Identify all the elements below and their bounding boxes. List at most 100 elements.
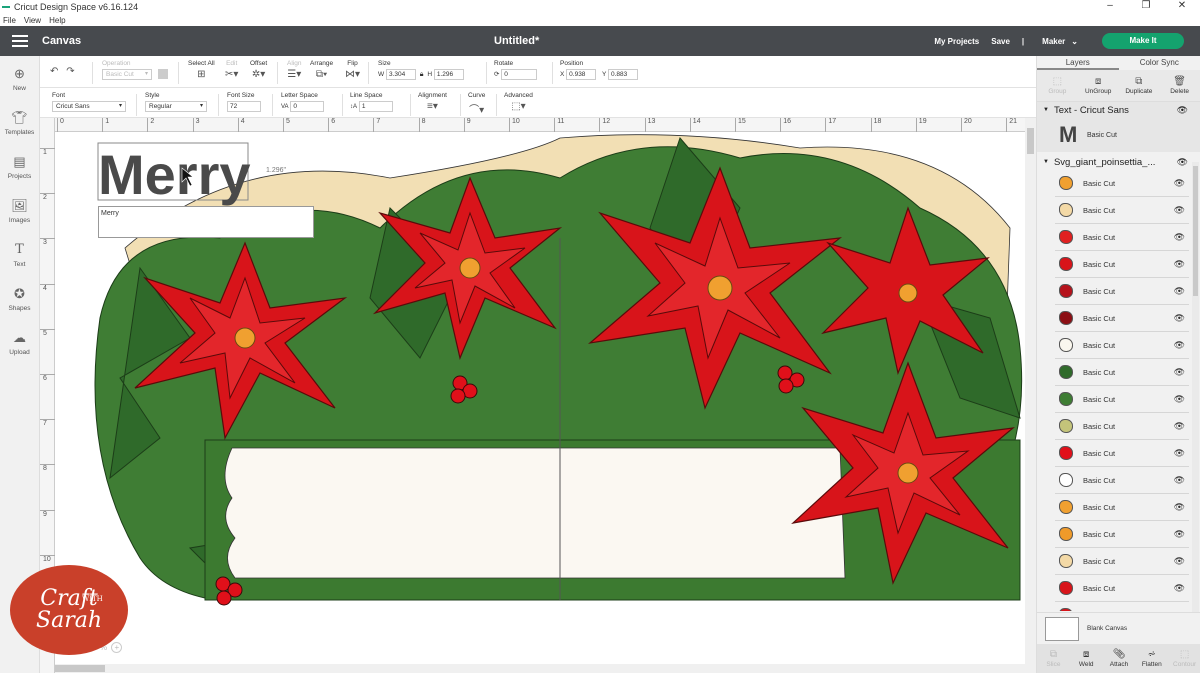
arrange-icon[interactable]: ⧉▾ (316, 69, 327, 80)
close-icon[interactable]: ✕ (1164, 0, 1200, 11)
layers-scrollbar[interactable] (1192, 162, 1199, 612)
eye-icon[interactable]: 👁︎ (1174, 367, 1185, 378)
sidebar-item-upload[interactable]: ☁ Upload (0, 320, 39, 364)
eye-icon[interactable]: 👁︎ (1174, 286, 1185, 297)
canvas-horizontal-scrollbar[interactable] (55, 664, 1025, 673)
weld-button[interactable]: ⧈ Weld (1070, 644, 1103, 673)
collapse-caret-icon[interactable]: ▼ (1043, 107, 1049, 113)
undo-icon[interactable]: ↶ (50, 66, 58, 77)
operation-select[interactable]: Basic Cut (102, 69, 152, 80)
align-icon[interactable]: ☰▾ (287, 69, 301, 80)
letter-space-input[interactable]: 0 (290, 101, 325, 112)
slice-button[interactable]: ⧉ Slice (1037, 644, 1070, 673)
eye-icon[interactable]: 👁︎ (1174, 394, 1185, 405)
eye-icon[interactable]: 👁︎ (1174, 556, 1185, 567)
layer-row[interactable]: Basic Cut 👁︎ (1055, 413, 1189, 440)
layer-row[interactable]: Basic Cut 👁︎ (1055, 305, 1189, 332)
layer-row[interactable]: Basic Cut 👁︎ (1055, 251, 1189, 278)
eye-icon[interactable]: 👁︎ (1177, 157, 1188, 168)
eye-icon[interactable]: 👁︎ (1174, 448, 1185, 459)
group-button[interactable]: ⬚ Group (1037, 70, 1078, 101)
layer-row[interactable]: Basic Cut 👁︎ (1055, 575, 1189, 602)
hamburger-menu-icon[interactable] (12, 35, 28, 47)
line-space-input[interactable]: 1 (358, 101, 393, 112)
x-position-input[interactable]: 0.938 (566, 69, 597, 80)
poinsettia-artwork[interactable]: Merry 1.296" (40, 118, 1025, 673)
eye-icon[interactable]: 👁︎ (1174, 610, 1185, 612)
layer-row[interactable]: Basic Cut 👁︎ (1055, 197, 1189, 224)
layer-text-merry[interactable]: M Basic Cut (1037, 118, 1200, 152)
font-select[interactable]: Cricut Sans (52, 101, 126, 112)
flatten-button[interactable]: ⩫ Flatten (1135, 644, 1168, 673)
eye-icon[interactable]: 👁︎ (1174, 178, 1185, 189)
advanced-icon[interactable]: ⬚▾ (511, 101, 525, 112)
menu-view[interactable]: View (24, 16, 41, 25)
layer-row[interactable]: Basic Cut 👁︎ (1055, 602, 1189, 611)
curve-icon[interactable]: ⌒▾ (469, 105, 484, 116)
eye-icon[interactable]: 👁︎ (1174, 232, 1185, 243)
eye-icon[interactable]: 👁︎ (1174, 313, 1185, 324)
eye-icon[interactable]: 👁︎ (1174, 340, 1185, 351)
height-input[interactable]: 1.296 (433, 69, 464, 80)
layer-row[interactable]: Basic Cut 👁︎ (1055, 332, 1189, 359)
layer-group-text[interactable]: ▼ Text - Cricut Sans 👁︎ (1037, 102, 1200, 118)
eye-icon[interactable]: 👁︎ (1174, 475, 1185, 486)
eye-icon[interactable]: 👁︎ (1174, 502, 1185, 513)
delete-button[interactable]: 🗑︎ Delete (1159, 70, 1200, 101)
redo-icon[interactable]: ↷ (66, 66, 74, 77)
sidebar-item-projects[interactable]: ▤ Projects (0, 144, 39, 188)
ungroup-button[interactable]: ⧈ UnGroup (1078, 70, 1119, 101)
eye-icon[interactable]: 👁︎ (1174, 583, 1185, 594)
layer-row[interactable]: Basic Cut 👁︎ (1055, 386, 1189, 413)
attach-button[interactable]: 📎︎ Attach (1103, 644, 1136, 673)
contour-button[interactable]: ⬚ Contour (1168, 644, 1200, 673)
layer-row[interactable]: Basic Cut 👁︎ (1055, 440, 1189, 467)
flip-icon[interactable]: ⋈▾ (345, 69, 360, 80)
menu-file[interactable]: File (3, 16, 16, 25)
y-position-input[interactable]: 0.883 (608, 69, 638, 80)
sidebar-item-templates[interactable]: 👕︎ Templates (0, 100, 39, 144)
layer-row[interactable]: Basic Cut 👁︎ (1055, 224, 1189, 251)
sidebar-item-shapes[interactable]: ✪ Shapes (0, 276, 39, 320)
color-swatch[interactable] (158, 69, 168, 80)
machine-select[interactable]: Maker ⌄ (1042, 37, 1090, 46)
my-projects-link[interactable]: My Projects (934, 37, 979, 46)
tab-layers[interactable]: Layers (1037, 56, 1119, 70)
text-edit-box[interactable]: Merry (98, 206, 314, 238)
sidebar-item-images[interactable]: 🖼︎ Images (0, 188, 39, 232)
blank-canvas-swatch[interactable] (1045, 616, 1079, 641)
style-select[interactable]: Regular (145, 101, 207, 112)
layer-row[interactable]: Basic Cut 👁︎ (1055, 521, 1189, 548)
layer-row[interactable]: Basic Cut 👁︎ (1055, 494, 1189, 521)
eye-icon[interactable]: 👁︎ (1174, 205, 1185, 216)
lock-icon[interactable]: 🔒︎ (420, 71, 424, 78)
text-align-left-icon[interactable]: ≡▾ (427, 101, 438, 112)
layer-row[interactable]: Basic Cut 👁︎ (1055, 359, 1189, 386)
offset-icon[interactable]: ✲▾ (252, 69, 265, 80)
design-canvas[interactable]: 0 1 2 3 4 5 6 7 8 9 10 11 12 13 14 15 16 17 18 19 20 21 12345… (40, 118, 1025, 673)
layer-row[interactable]: Basic Cut 👁︎ (1055, 170, 1189, 197)
minimize-icon[interactable]: – (1092, 0, 1128, 11)
menu-help[interactable]: Help (49, 16, 65, 25)
layer-row[interactable]: Basic Cut 👁︎ (1055, 467, 1189, 494)
layer-group-svg[interactable]: ▼ Svg_giant_poinsettia_... 👁︎ (1037, 154, 1200, 170)
select-all-icon[interactable]: ⊞ (197, 69, 205, 80)
sidebar-item-new[interactable]: ⊕ New (0, 56, 39, 100)
save-button[interactable]: Save (991, 37, 1010, 46)
font-size-input[interactable]: 72 (227, 101, 261, 112)
eye-icon[interactable]: 👁︎ (1174, 259, 1185, 270)
canvas-vertical-scrollbar[interactable] (1025, 118, 1036, 673)
sidebar-item-text[interactable]: T Text (0, 232, 39, 276)
duplicate-button[interactable]: ⧉ Duplicate (1119, 70, 1160, 101)
layer-row[interactable]: Basic Cut 👁︎ (1055, 278, 1189, 305)
collapse-caret-icon[interactable]: ▼ (1043, 159, 1049, 165)
edit-scissors-icon[interactable]: ✂▾ (225, 69, 238, 80)
eye-icon[interactable]: 👁︎ (1177, 105, 1188, 116)
tab-color-sync[interactable]: Color Sync (1119, 56, 1200, 70)
rotate-input[interactable]: 0 (501, 69, 538, 80)
make-it-button[interactable]: Make It (1102, 33, 1184, 49)
zoom-in-icon[interactable]: + (111, 642, 123, 653)
eye-icon[interactable]: 👁︎ (1174, 421, 1185, 432)
blank-canvas-row[interactable]: Blank Canvas (1037, 612, 1200, 644)
eye-icon[interactable]: 👁︎ (1174, 529, 1185, 540)
